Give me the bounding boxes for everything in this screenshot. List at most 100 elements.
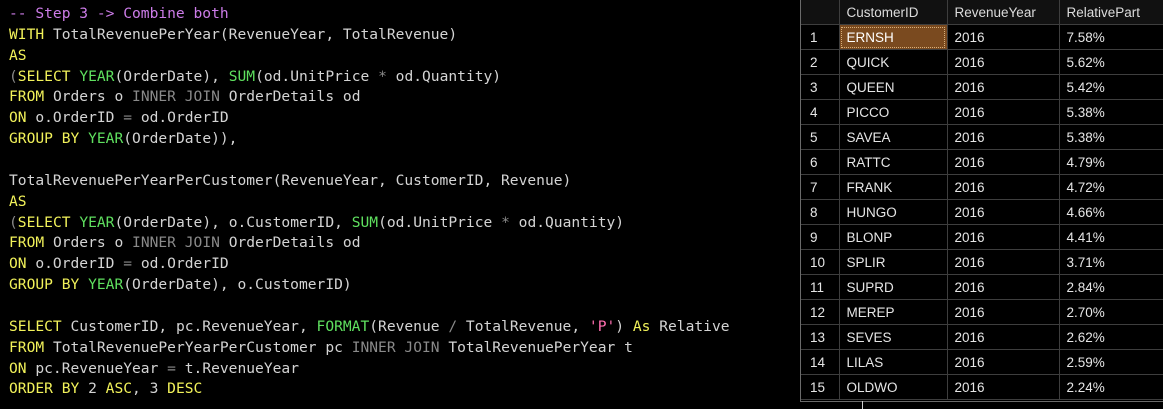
revenueyear-cell[interactable]: 2016 bbox=[947, 24, 1060, 50]
code-line[interactable]: WITH TotalRevenuePerYear(RevenueYear, To… bbox=[9, 24, 457, 45]
customerid-cell[interactable]: SEVES bbox=[839, 324, 948, 350]
code-line[interactable]: FROM Orders o INNER JOIN OrderDetails od bbox=[9, 86, 361, 107]
row-number-cell[interactable]: 13 bbox=[801, 324, 840, 350]
table-row[interactable]: 2 QUICK 2016 5.62% bbox=[801, 49, 1163, 75]
table-row[interactable]: 13 SEVES 2016 2.62% bbox=[801, 324, 1163, 350]
code-line[interactable]: ON pc.RevenueYear = t.RevenueYear bbox=[9, 358, 299, 379]
revenueyear-cell[interactable]: 2016 bbox=[947, 324, 1060, 350]
table-row[interactable]: 6 RATTC 2016 4.79% bbox=[801, 149, 1163, 175]
customerid-cell[interactable]: SAVEA bbox=[839, 124, 948, 150]
revenueyear-cell[interactable]: 2016 bbox=[947, 99, 1060, 125]
code-line[interactable]: SELECT CustomerID, pc.RevenueYear, FORMA… bbox=[9, 316, 730, 337]
customerid-cell[interactable]: OLDWO bbox=[839, 374, 948, 400]
table-row[interactable]: 4 PICCO 2016 5.38% bbox=[801, 99, 1163, 125]
code-line[interactable]: GROUP BY YEAR(OrderDate), o.CustomerID) bbox=[9, 274, 352, 295]
code-line[interactable]: ON o.OrderID = od.OrderID bbox=[9, 253, 229, 274]
customerid-cell[interactable]: QUEEN bbox=[839, 74, 948, 100]
relativepart-cell[interactable]: 4.72% bbox=[1059, 174, 1163, 200]
row-number-cell[interactable]: 7 bbox=[801, 174, 840, 200]
column-header-customerid[interactable]: CustomerID bbox=[839, 0, 948, 25]
revenueyear-cell[interactable]: 2016 bbox=[947, 299, 1060, 325]
table-row[interactable]: 7 FRANK 2016 4.72% bbox=[801, 174, 1163, 200]
relativepart-cell[interactable]: 2.59% bbox=[1059, 349, 1163, 375]
row-number-cell[interactable]: 2 bbox=[801, 49, 840, 75]
revenueyear-cell[interactable]: 2016 bbox=[947, 174, 1060, 200]
row-number-cell[interactable]: 3 bbox=[801, 74, 840, 100]
relativepart-cell[interactable]: 5.62% bbox=[1059, 49, 1163, 75]
relativepart-cell[interactable]: 5.38% bbox=[1059, 99, 1163, 125]
code-line[interactable]: ON o.OrderID = od.OrderID bbox=[9, 107, 229, 128]
customerid-cell[interactable]: QUICK bbox=[839, 49, 948, 75]
row-number-cell[interactable]: 15 bbox=[801, 374, 840, 400]
revenueyear-cell[interactable]: 2016 bbox=[947, 349, 1060, 375]
relativepart-cell[interactable]: 4.41% bbox=[1059, 224, 1163, 250]
row-number-cell[interactable]: 8 bbox=[801, 199, 840, 225]
results-grid[interactable]: CustomerID RevenueYear RelativePart 1 ERN… bbox=[800, 0, 1163, 402]
revenueyear-cell[interactable]: 2016 bbox=[947, 249, 1060, 275]
code-token: o.OrderID bbox=[26, 255, 124, 273]
revenueyear-cell[interactable]: 2016 bbox=[947, 74, 1060, 100]
relativepart-cell[interactable]: 2.70% bbox=[1059, 299, 1163, 325]
row-number-cell[interactable]: 10 bbox=[801, 249, 840, 275]
customerid-cell[interactable]: RATTC bbox=[839, 149, 948, 175]
table-row[interactable]: 9 BLONP 2016 4.41% bbox=[801, 224, 1163, 250]
table-row[interactable]: 15 OLDWO 2016 2.24% bbox=[801, 374, 1163, 400]
relativepart-cell[interactable]: 7.58% bbox=[1059, 24, 1163, 50]
revenueyear-cell[interactable]: 2016 bbox=[947, 274, 1060, 300]
row-number-cell[interactable]: 11 bbox=[801, 274, 840, 300]
customerid-cell[interactable]: MEREP bbox=[839, 299, 948, 325]
code-line[interactable]: (SELECT YEAR(OrderDate), o.CustomerID, S… bbox=[9, 212, 624, 233]
row-number-cell[interactable]: 12 bbox=[801, 299, 840, 325]
table-row[interactable]: 5 SAVEA 2016 5.38% bbox=[801, 124, 1163, 150]
row-number-cell[interactable]: 9 bbox=[801, 224, 840, 250]
customerid-cell[interactable]: SPLIR bbox=[839, 249, 948, 275]
table-row[interactable]: 3 QUEEN 2016 5.42% bbox=[801, 74, 1163, 100]
relativepart-cell[interactable]: 5.42% bbox=[1059, 74, 1163, 100]
table-row[interactable]: 12 MEREP 2016 2.70% bbox=[801, 299, 1163, 325]
row-number-cell[interactable]: 6 bbox=[801, 149, 840, 175]
relativepart-cell[interactable]: 4.66% bbox=[1059, 199, 1163, 225]
code-line[interactable]: AS bbox=[9, 191, 27, 212]
customerid-cell[interactable]: ERNSH bbox=[839, 24, 948, 50]
column-header-relativepart[interactable]: RelativePart bbox=[1059, 0, 1163, 25]
relativepart-cell[interactable]: 2.24% bbox=[1059, 374, 1163, 400]
revenueyear-cell[interactable]: 2016 bbox=[947, 374, 1060, 400]
customerid-cell[interactable]: FRANK bbox=[839, 174, 948, 200]
relativepart-cell[interactable]: 2.62% bbox=[1059, 324, 1163, 350]
relativepart-cell[interactable]: 2.84% bbox=[1059, 274, 1163, 300]
code-line[interactable]: TotalRevenuePerYearPerCustomer(RevenueYe… bbox=[9, 170, 571, 191]
row-number-cell[interactable]: 14 bbox=[801, 349, 840, 375]
code-token: CustomerID, pc.RevenueYear, bbox=[61, 317, 317, 335]
relativepart-cell[interactable]: 3.71% bbox=[1059, 249, 1163, 275]
customerid-cell[interactable]: BLONP bbox=[839, 224, 948, 250]
revenueyear-cell[interactable]: 2016 bbox=[947, 149, 1060, 175]
table-row[interactable]: 11 SUPRD 2016 2.84% bbox=[801, 274, 1163, 300]
row-number-header[interactable] bbox=[801, 0, 840, 25]
relativepart-cell[interactable]: 4.79% bbox=[1059, 149, 1163, 175]
table-row[interactable]: 8 HUNGO 2016 4.66% bbox=[801, 199, 1163, 225]
row-number-cell[interactable]: 4 bbox=[801, 99, 840, 125]
row-number-cell[interactable]: 5 bbox=[801, 124, 840, 150]
table-row[interactable]: 10 SPLIR 2016 3.71% bbox=[801, 249, 1163, 275]
table-row[interactable]: 1 ERNSH 2016 7.58% bbox=[801, 24, 1163, 50]
sql-editor[interactable]: -- Step 3 -> Combine both WITH TotalReven… bbox=[0, 0, 800, 409]
code-line[interactable]: -- Step 3 -> Combine both bbox=[9, 3, 229, 24]
customerid-cell[interactable]: LILAS bbox=[839, 349, 948, 375]
row-number-cell[interactable]: 1 bbox=[801, 24, 840, 50]
code-line[interactable]: (SELECT YEAR(OrderDate), SUM(od.UnitPric… bbox=[9, 66, 501, 87]
relativepart-cell[interactable]: 5.38% bbox=[1059, 124, 1163, 150]
revenueyear-cell[interactable]: 2016 bbox=[947, 124, 1060, 150]
code-line[interactable]: FROM TotalRevenuePerYearPerCustomer pc I… bbox=[9, 337, 633, 358]
customerid-cell[interactable]: SUPRD bbox=[839, 274, 948, 300]
revenueyear-cell[interactable]: 2016 bbox=[947, 49, 1060, 75]
table-row[interactable]: 14 LILAS 2016 2.59% bbox=[801, 349, 1163, 375]
revenueyear-cell[interactable]: 2016 bbox=[947, 224, 1060, 250]
code-line[interactable]: GROUP BY YEAR(OrderDate)), bbox=[9, 128, 237, 149]
customerid-cell[interactable]: PICCO bbox=[839, 99, 948, 125]
code-line[interactable]: ORDER BY 2 ASC, 3 DESC bbox=[9, 378, 202, 399]
code-line[interactable]: AS bbox=[9, 45, 27, 66]
column-header-revenueyear[interactable]: RevenueYear bbox=[947, 0, 1060, 25]
code-line[interactable]: FROM Orders o INNER JOIN OrderDetails od bbox=[9, 232, 361, 253]
customerid-cell[interactable]: HUNGO bbox=[839, 199, 948, 225]
revenueyear-cell[interactable]: 2016 bbox=[947, 199, 1060, 225]
